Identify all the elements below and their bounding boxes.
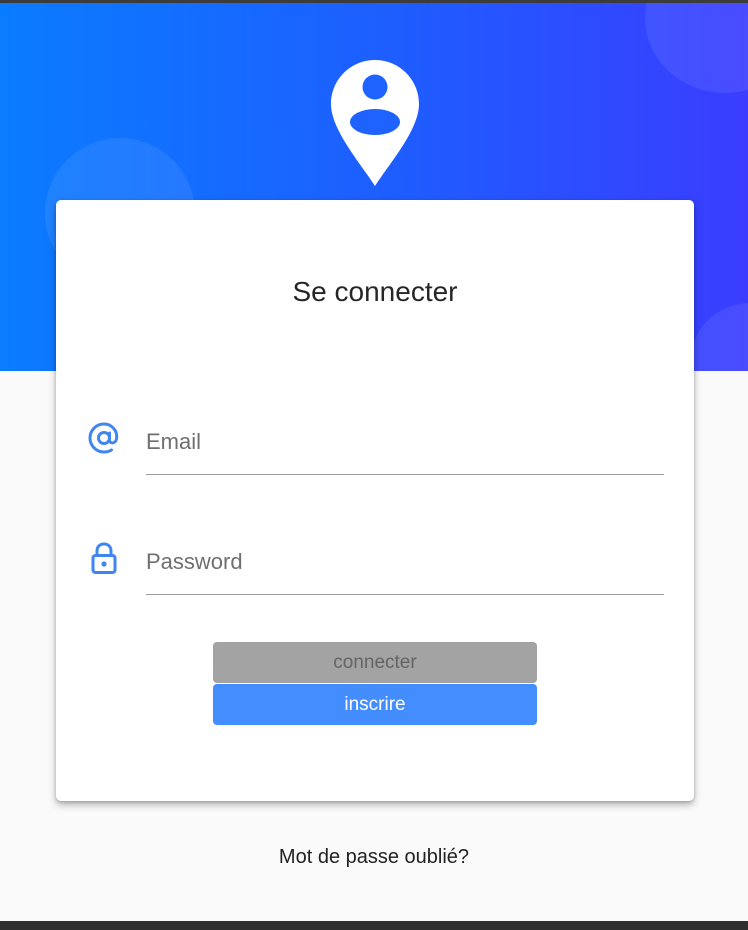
signup-button[interactable]: inscrire <box>213 684 537 725</box>
lock-icon <box>91 542 117 574</box>
user-location-pin-icon <box>331 60 419 186</box>
password-field-row <box>56 530 694 600</box>
decorative-circle <box>690 303 748 371</box>
card-title: Se connecter <box>292 276 458 307</box>
login-card: Se connecter connecter inscrire <box>56 200 694 801</box>
forgot-password-link[interactable]: Mot de passe oublié? <box>0 846 748 869</box>
window-bottom-edge <box>0 921 748 930</box>
email-field-row <box>56 410 694 480</box>
password-input[interactable] <box>146 530 664 595</box>
email-input[interactable] <box>146 410 664 475</box>
decorative-circle <box>645 3 748 93</box>
at-sign-icon <box>88 422 119 454</box>
connect-button[interactable]: connecter <box>213 642 537 683</box>
